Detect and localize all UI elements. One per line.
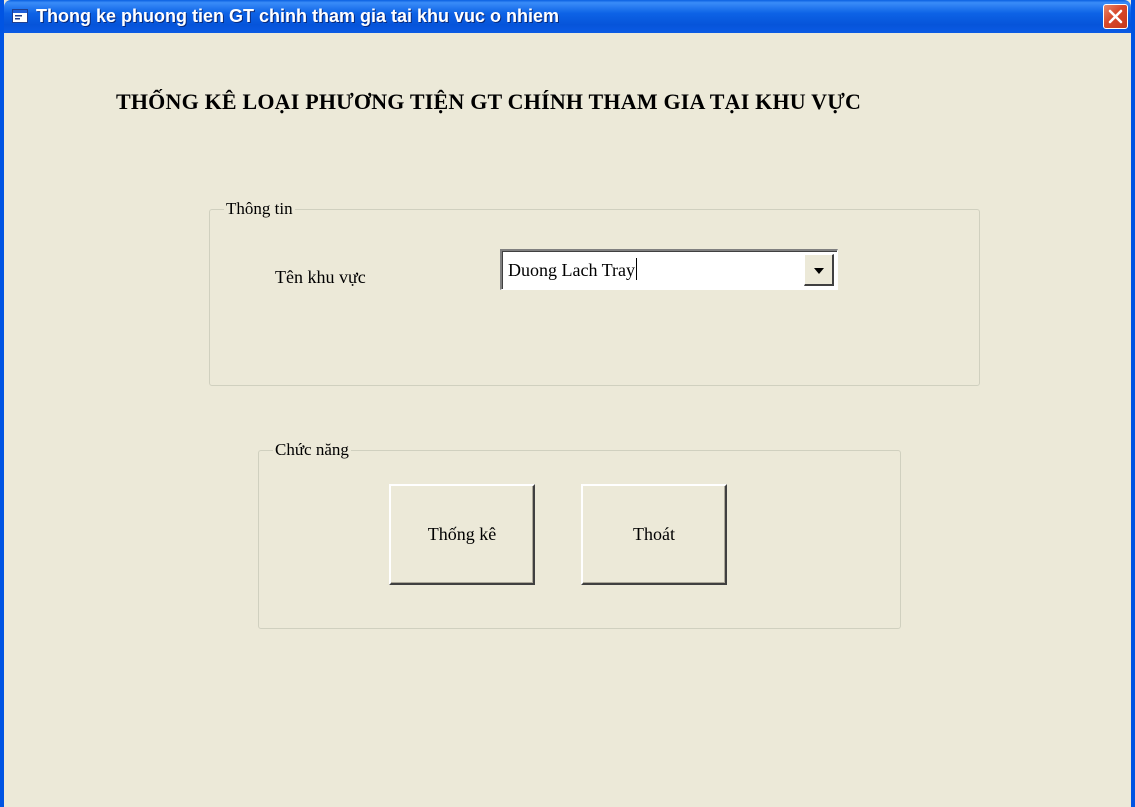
exit-button[interactable]: Thoát	[581, 484, 727, 585]
statistics-button[interactable]: Thống kê	[389, 484, 535, 585]
area-combobox-value[interactable]: Duong Lach Tray	[508, 258, 637, 281]
close-icon	[1108, 9, 1123, 24]
function-group-legend: Chức năng	[275, 440, 349, 459]
chevron-down-icon	[814, 268, 824, 274]
window-title: Thong ke phuong tien GT chinh tham gia t…	[36, 6, 560, 26]
app-window-icon	[12, 9, 28, 23]
area-combobox-text: Duong Lach Tray	[508, 260, 635, 280]
combobox-dropdown-button[interactable]	[804, 254, 834, 286]
form-heading: THỐNG KÊ LOẠI PHƯƠNG TIỆN GT CHÍNH THAM …	[116, 89, 862, 114]
title-bar[interactable]: Thong ke phuong tien GT chinh tham gia t…	[4, 0, 1131, 33]
function-group: Chức năng	[258, 440, 901, 629]
text-caret	[636, 258, 637, 280]
main-window: Thong ke phuong tien GT chinh tham gia t…	[0, 0, 1135, 807]
area-name-label: Tên khu vực	[275, 267, 366, 287]
close-button[interactable]	[1103, 4, 1128, 29]
area-combobox[interactable]: Duong Lach Tray	[500, 249, 838, 290]
info-group: Thông tin	[209, 199, 980, 386]
info-group-legend: Thông tin	[226, 199, 293, 218]
